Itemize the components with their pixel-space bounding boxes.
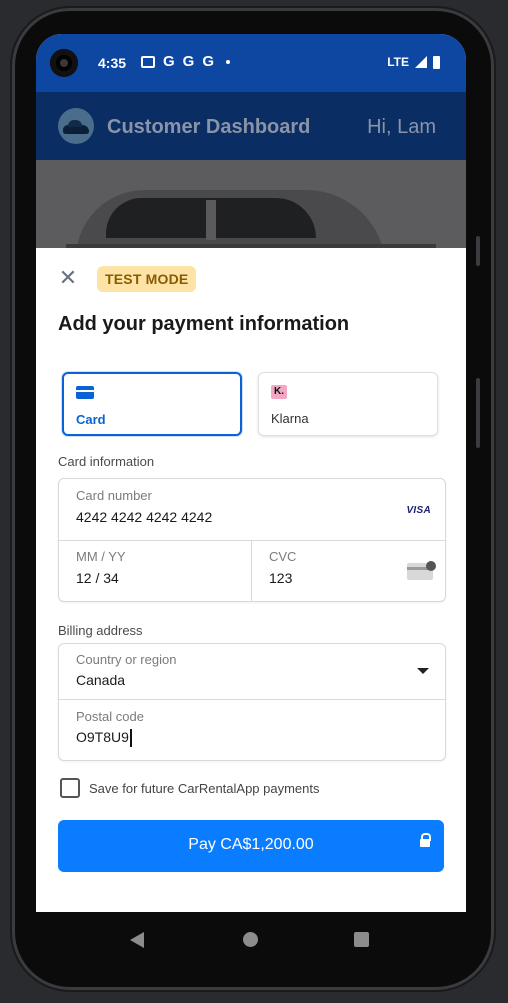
test-mode-badge: TEST MODE bbox=[97, 266, 197, 292]
payment-method-klarna[interactable]: K. Klarna bbox=[258, 372, 438, 436]
pay-button[interactable]: Pay CA$1,200.00 bbox=[58, 820, 444, 872]
klarna-icon: K. bbox=[271, 385, 287, 399]
sheet-title: Add your payment information bbox=[58, 313, 350, 335]
google-icon: G bbox=[182, 53, 195, 70]
notification-icons: G G G bbox=[141, 53, 231, 70]
text-cursor bbox=[129, 729, 132, 748]
close-icon[interactable]: ✕ bbox=[58, 267, 78, 289]
payment-method-card[interactable]: Card bbox=[62, 372, 242, 436]
more-notifications-icon bbox=[226, 59, 231, 64]
app-bar: Customer Dashboard Hi, Lam bbox=[36, 92, 466, 160]
card-info-group: Card number 4242 4242 4242 4242 VISA MM … bbox=[58, 478, 446, 602]
expiry-field[interactable]: MM / YY 12 / 34 bbox=[59, 541, 251, 601]
user-greeting: Hi, Lam bbox=[367, 116, 436, 138]
volume-button bbox=[476, 236, 480, 266]
postal-code-input[interactable]: O9T8U9 bbox=[76, 729, 129, 745]
cvc-field[interactable]: CVC 123 bbox=[252, 541, 445, 601]
country-label: Country or region bbox=[76, 652, 177, 667]
pay-button-label: Pay CA$1,200.00 bbox=[188, 836, 314, 853]
card-number-field[interactable]: Card number 4242 4242 4242 4242 VISA bbox=[59, 479, 445, 540]
status-time: 4:35 bbox=[98, 55, 127, 71]
expiry-input[interactable]: 12 / 34 bbox=[76, 570, 119, 586]
cvc-card-icon bbox=[407, 561, 436, 580]
back-icon[interactable] bbox=[130, 932, 144, 948]
save-payment-checkbox[interactable] bbox=[60, 778, 80, 798]
app-logo bbox=[58, 108, 94, 144]
postal-code-field[interactable]: Postal code O9T8U9 bbox=[59, 700, 445, 760]
cvc-label: CVC bbox=[269, 549, 297, 564]
home-icon[interactable] bbox=[243, 932, 258, 947]
power-button bbox=[476, 378, 480, 448]
card-number-input[interactable]: 4242 4242 4242 4242 bbox=[76, 509, 212, 525]
visa-icon: VISA bbox=[406, 505, 431, 516]
save-payment-label[interactable]: Save for future CarRentalApp payments bbox=[89, 781, 320, 796]
country-value: Canada bbox=[76, 672, 126, 688]
country-select[interactable]: Country or region Canada bbox=[59, 644, 445, 699]
phone-screen: 4:35 G G G LTE Customer Dashboard Hi, La… bbox=[36, 34, 466, 912]
lock-icon bbox=[420, 833, 431, 847]
card-number-label: Card number bbox=[76, 488, 152, 503]
signal-icon bbox=[415, 56, 427, 68]
expiry-label: MM / YY bbox=[76, 549, 126, 564]
recent-apps-icon[interactable] bbox=[354, 932, 369, 947]
front-camera bbox=[50, 49, 78, 77]
android-nav-bar bbox=[36, 912, 466, 968]
billing-address-group: Country or region Canada Postal code O9T… bbox=[58, 643, 446, 761]
status-bar: 4:35 G G G LTE bbox=[36, 34, 466, 92]
battery-icon bbox=[433, 55, 440, 69]
image-icon bbox=[141, 55, 155, 68]
dropdown-arrow-icon bbox=[417, 668, 429, 674]
google-icon: G bbox=[163, 53, 175, 70]
payment-method-label: Klarna bbox=[271, 411, 309, 426]
card-info-label: Card information bbox=[58, 454, 155, 469]
system-status: LTE bbox=[387, 55, 440, 69]
car-banner-image bbox=[36, 160, 466, 248]
network-type: LTE bbox=[387, 55, 409, 69]
postal-code-label: Postal code bbox=[76, 709, 144, 724]
billing-address-label: Billing address bbox=[58, 623, 143, 638]
payment-sheet: ✕ TEST MODE Add your payment information… bbox=[36, 248, 466, 912]
credit-card-icon bbox=[76, 386, 94, 399]
payment-method-label: Card bbox=[76, 412, 106, 427]
cvc-input[interactable]: 123 bbox=[269, 570, 292, 586]
page-title: Customer Dashboard bbox=[107, 116, 311, 138]
google-icon: G bbox=[202, 53, 215, 70]
